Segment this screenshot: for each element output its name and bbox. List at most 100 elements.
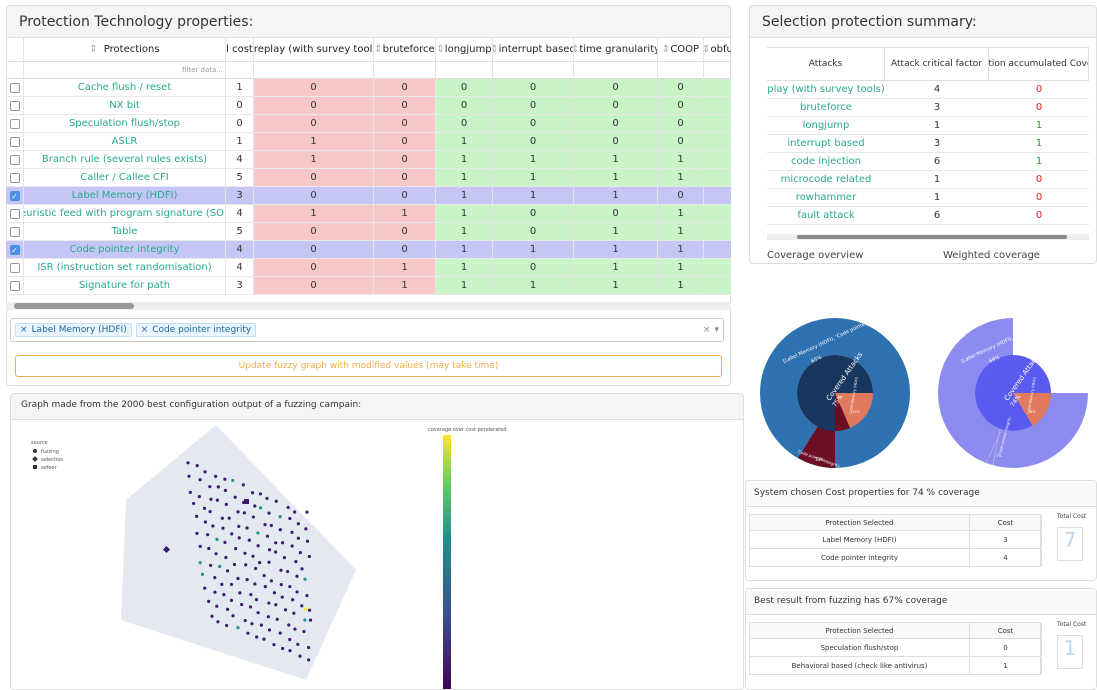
scatter-point xyxy=(233,495,237,499)
scatter-point xyxy=(200,572,205,576)
table-scrollbar[interactable] xyxy=(6,302,731,310)
scatter-point xyxy=(225,569,230,573)
header-interrupt[interactable]: ⇕interrupt based xyxy=(493,38,574,62)
scatter-point xyxy=(288,649,292,653)
row-checkbox[interactable] xyxy=(6,259,24,277)
attacks-scrollbar[interactable] xyxy=(767,234,1089,240)
table-row[interactable]: Table 5 0 0 1 0 1 1 xyxy=(6,223,731,241)
legend-item-fuzzing[interactable]: fuzzing xyxy=(41,449,59,455)
scatter-point xyxy=(272,591,277,595)
value-cell: 1 xyxy=(436,133,493,151)
scatter-3d-plot[interactable]: source fuzzing selection sofeer coverage… xyxy=(11,420,744,690)
total-cost-label: Total Cost xyxy=(1057,513,1087,520)
header-critical-factor[interactable]: Attack critical factor xyxy=(885,48,989,80)
scatter-point xyxy=(281,646,285,651)
protection-panel-title: Protection Technology properties: xyxy=(7,6,730,38)
table-row[interactable]: ISR (instruction set randomisation) 4 0 1 1 0… xyxy=(6,259,731,277)
scatter-point xyxy=(251,515,255,519)
header-bruteforce[interactable]: ⇕ bruteforce xyxy=(374,38,436,62)
table-row[interactable]: ✓ Label Memory (HDFI) 3 0 0 1 1 1 0 xyxy=(6,187,731,205)
legend-item-selection[interactable]: selection xyxy=(41,457,63,463)
scatter-point xyxy=(307,658,311,662)
header-longjump[interactable]: ⇕ longjump xyxy=(436,38,493,62)
scatter-point xyxy=(215,537,219,541)
header-cost[interactable]: l cost xyxy=(226,38,254,62)
selected-tag[interactable]: × Code pointer integrity xyxy=(135,323,257,337)
row-checkbox[interactable] xyxy=(6,205,24,223)
remove-tag-icon[interactable]: × xyxy=(20,325,28,335)
row-checkbox[interactable] xyxy=(6,169,24,187)
scatter-point xyxy=(288,637,292,642)
table-row[interactable]: Cache flush / reset 1 0 0 0 0 0 0 xyxy=(6,79,731,97)
attack-name: longjump xyxy=(802,120,850,131)
table-row[interactable]: Signature for path 3 0 1 1 1 1 1 xyxy=(6,277,731,295)
row-checkbox[interactable] xyxy=(6,277,24,295)
table-row[interactable]: NX bit 0 0 0 0 0 0 0 xyxy=(6,97,731,115)
value-cell xyxy=(704,187,731,205)
row-checkbox[interactable] xyxy=(6,115,24,133)
header-cost: Cost xyxy=(970,515,1042,530)
row-checkbox[interactable]: ✓ xyxy=(6,187,24,205)
row-checkbox[interactable] xyxy=(6,133,24,151)
clear-icon[interactable]: × xyxy=(703,325,711,335)
table-row: play (with survey tools) 4 0 xyxy=(767,81,1089,99)
table-row[interactable]: Speculation flush/stop 0 0 0 0 0 0 0 xyxy=(6,115,731,133)
header-coop[interactable]: ⇕ COOP xyxy=(658,38,704,62)
value-cell: 1 xyxy=(436,223,493,241)
scatter-point xyxy=(305,510,309,514)
table-row[interactable]: ASLR 1 1 0 1 0 0 0 xyxy=(6,133,731,151)
header-protections[interactable]: ⇕ Protections xyxy=(24,38,226,62)
scatter-point xyxy=(272,643,276,647)
scrollbar-thumb[interactable] xyxy=(797,235,1067,239)
cost-cell: 0 xyxy=(226,115,254,133)
table-row[interactable]: Heuristic feed with program signature (S… xyxy=(6,205,731,223)
value-cell xyxy=(704,115,731,133)
selected-tag[interactable]: × Label Memory (HDFI) xyxy=(15,323,132,337)
attack-name: fault attack xyxy=(797,210,855,221)
update-fuzzy-graph-button[interactable]: Update fuzzy graph with modified values … xyxy=(15,355,722,377)
scatter-point xyxy=(231,614,235,618)
header-coverage[interactable]: Selection accumulated Coverage xyxy=(989,48,1089,80)
scatter-point xyxy=(186,461,190,465)
value-cell xyxy=(704,259,731,277)
scatter-point xyxy=(223,488,228,492)
scatter-point xyxy=(279,582,283,587)
scatter-point xyxy=(266,615,270,619)
scatter-point xyxy=(237,524,241,529)
header-attacks[interactable]: Attacks xyxy=(767,48,885,80)
header-time-granularity[interactable]: ⇕time granularity xyxy=(574,38,658,62)
row-checkbox[interactable] xyxy=(6,79,24,97)
table-row[interactable]: ✓ Code pointer integrity 4 0 0 1 1 1 1 xyxy=(6,241,731,259)
legend-item-sofeer[interactable]: sofeer xyxy=(41,465,58,471)
scatter-point xyxy=(237,536,241,540)
filter-input[interactable]: filter data... xyxy=(24,62,226,79)
scatter-point xyxy=(304,607,308,611)
scatter-point xyxy=(288,584,292,589)
scatter-point xyxy=(258,561,262,565)
value-cell: 0 xyxy=(493,97,574,115)
colorbar xyxy=(443,435,451,689)
scatter-point xyxy=(300,604,304,608)
scrollbar-thumb[interactable] xyxy=(14,303,134,309)
header-obfu[interactable]: ⇕obfu xyxy=(704,38,731,62)
value-cell: 0 xyxy=(574,133,658,151)
scatter-point xyxy=(290,530,294,534)
scatter-point xyxy=(307,608,312,612)
scatter-point xyxy=(236,626,240,630)
chevron-down-icon[interactable]: ▾ xyxy=(714,325,719,335)
remove-tag-icon[interactable]: × xyxy=(141,325,149,335)
weighted-coverage-label: Weighted coverage xyxy=(943,250,1040,261)
scatter-point xyxy=(286,505,290,510)
row-checkbox[interactable] xyxy=(6,151,24,169)
header-replay[interactable]: ⇕replay (with survey tools) xyxy=(254,38,374,62)
protection-name: Heuristic feed with program signature (S… xyxy=(24,205,226,223)
row-checkbox[interactable]: ✓ xyxy=(6,241,24,259)
value-cell: 1 xyxy=(254,205,374,223)
protection-multiselect[interactable]: × Label Memory (HDFI) × Code pointer integ… xyxy=(10,318,724,342)
header-select-col[interactable] xyxy=(6,38,24,62)
row-checkbox[interactable] xyxy=(6,223,24,241)
row-checkbox[interactable] xyxy=(6,97,24,115)
attacks-table-header: Attacks Attack critical factor Selection… xyxy=(767,47,1089,81)
table-row[interactable]: Caller / Callee CFI 5 0 0 1 1 1 1 xyxy=(6,169,731,187)
table-row[interactable]: Branch rule (several rules exists) 4 1 0 1 1 1… xyxy=(6,151,731,169)
